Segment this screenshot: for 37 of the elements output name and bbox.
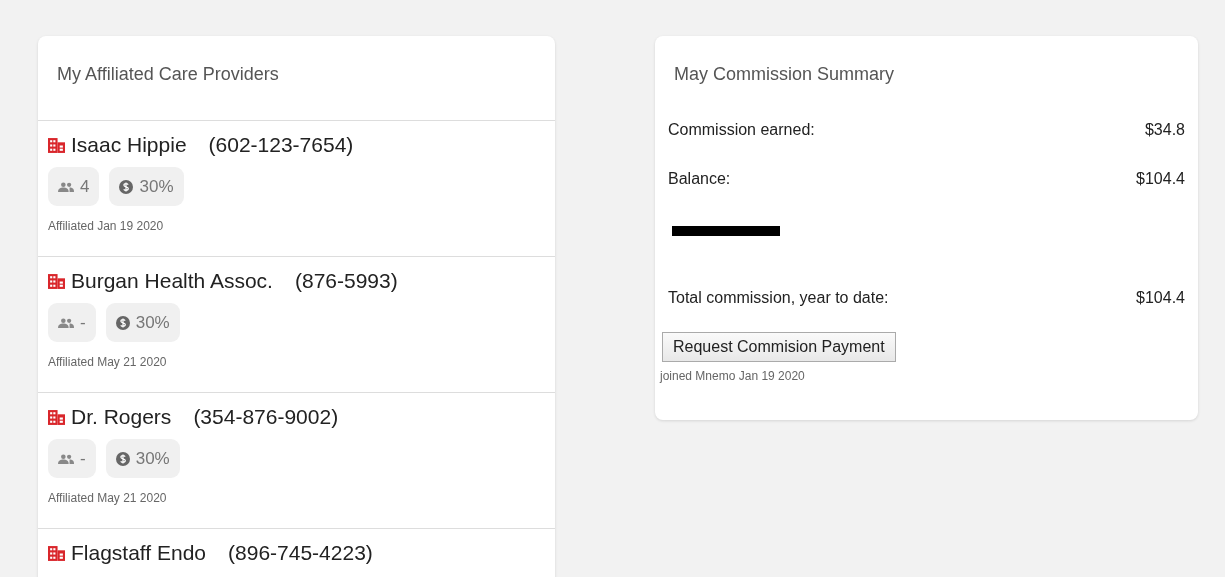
provider-name[interactable]: Burgan Health Assoc. — [71, 269, 273, 293]
commission-chip: 30% — [105, 439, 180, 478]
provider-phone: (602-123-7654) — [208, 133, 354, 157]
commission-chip: 30% — [109, 167, 184, 206]
summary-label: Commission earned: — [668, 121, 815, 140]
provider-phone: (354-876-9002) — [193, 405, 339, 429]
dollar-circle-icon — [115, 451, 130, 466]
commission-chip: 30% — [105, 303, 180, 342]
dollar-circle-icon — [119, 179, 134, 194]
provider-phone: (876-5993) — [294, 269, 398, 293]
affiliated-date: Affiliated May 21 2020 — [48, 355, 168, 369]
request-payment-button[interactable]: Request Commision Payment — [662, 332, 896, 362]
provider-name[interactable]: Isaac Hippie — [71, 133, 187, 157]
building-icon — [48, 545, 65, 561]
dollar-circle-icon — [115, 315, 130, 330]
card-title: May Commission Summary — [673, 63, 896, 85]
card-title: My Affiliated Care Providers — [56, 63, 280, 85]
building-icon — [48, 273, 65, 289]
summary-label: Total commission, year to date: — [668, 289, 889, 308]
people-icon — [58, 181, 74, 192]
summary-label: Balance: — [668, 170, 731, 189]
people-icon — [58, 453, 74, 464]
affiliated-date: Affiliated May 21 2020 — [48, 491, 168, 505]
people-icon — [58, 317, 74, 328]
building-icon — [48, 137, 65, 153]
joined-date: joined Mnemo Jan 19 2020 — [660, 369, 806, 383]
provider-name[interactable]: Dr. Rogers — [71, 405, 172, 429]
building-icon — [48, 409, 65, 425]
affiliated-date: Affiliated Jan 19 2020 — [48, 219, 165, 233]
members-chip: - — [48, 439, 96, 478]
provider-name[interactable]: Flagstaff Endo — [71, 541, 207, 565]
provider-phone: (896-745-4223) — [228, 541, 373, 565]
members-chip: 4 — [48, 167, 100, 206]
summary-amount: $104.4 — [1136, 289, 1185, 308]
summary-amount: $104.4 — [1136, 170, 1185, 189]
members-chip: - — [48, 303, 96, 342]
summary-amount: $34.8 — [1144, 121, 1185, 140]
